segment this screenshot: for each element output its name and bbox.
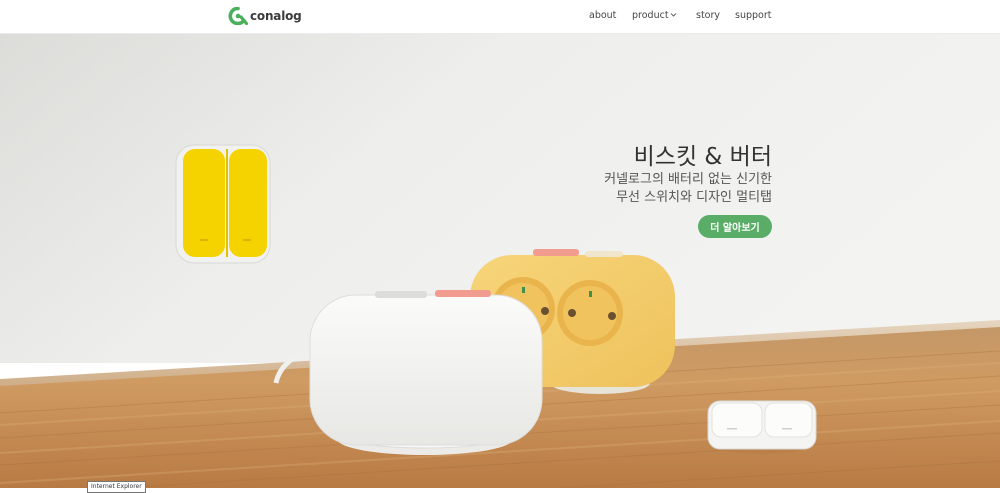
- conalog-logo-icon: [228, 7, 248, 25]
- hero-photo: [0, 33, 1000, 488]
- nav-support[interactable]: support: [735, 10, 771, 21]
- hero-title: 비스킷 & 버터: [633, 144, 772, 170]
- nav-about[interactable]: about: [589, 10, 616, 21]
- nav-story[interactable]: story: [696, 10, 720, 21]
- hero-subtitle: 커넬로그의 배터리 없는 신기한 무선 스위치와 디자인 멀티탭: [604, 171, 772, 207]
- nav-product[interactable]: product: [632, 10, 669, 21]
- mini-switch-image: [707, 400, 817, 454]
- logo[interactable]: conalog: [228, 6, 302, 26]
- site-header: conalog about product story support: [0, 0, 1000, 34]
- hero-subtitle-line-2: 무선 스위치와 디자인 멀티탭: [616, 190, 772, 205]
- hero-banner: 비스킷 & 버터 커넬로그의 배터리 없는 신기한 무선 스위치와 디자인 멀티…: [0, 33, 1000, 488]
- hero-subtitle-line-1: 커넬로그의 배터리 없는 신기한: [604, 172, 772, 187]
- learn-more-button[interactable]: 더 알아보기: [698, 215, 772, 238]
- biscuit-multitap-image: [309, 290, 543, 455]
- browser-tooltip: Internet Explorer: [87, 481, 146, 493]
- chevron-down-icon[interactable]: [670, 12, 677, 18]
- wall-switch-image: [175, 144, 271, 264]
- logo-text: conalog: [250, 9, 302, 23]
